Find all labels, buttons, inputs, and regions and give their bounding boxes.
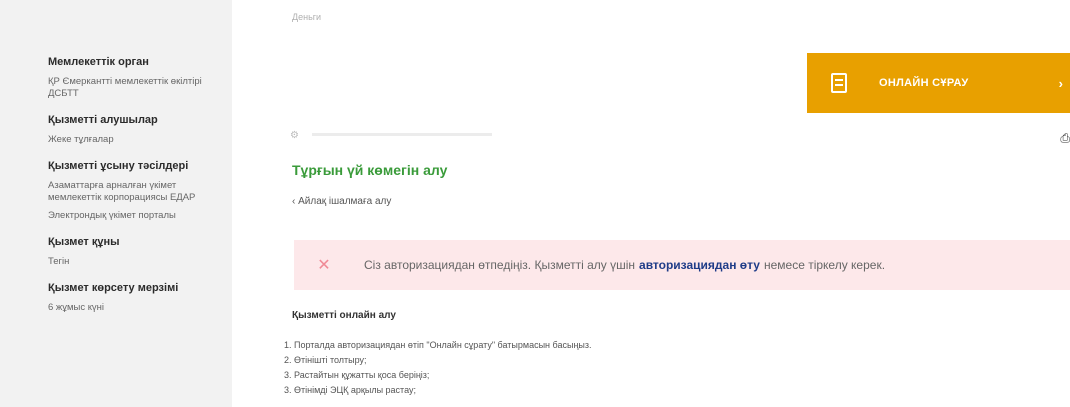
print-icon[interactable]: ⎙ bbox=[1060, 131, 1070, 146]
sidebar-section-term: Қызмет көрсету мерзімі 6 жұмыс күні bbox=[48, 282, 232, 314]
sidebar-section-title: Қызметті ұсыну тәсілдері bbox=[48, 160, 189, 172]
login-link[interactable]: авторизациядан өту bbox=[639, 258, 760, 272]
sidebar-section-text: ҚР Ємеркантті мемлекеттік өкілтірі ДСБТТ bbox=[48, 76, 202, 99]
sidebar-section-text: Электрондық үкімет порталы bbox=[48, 210, 176, 221]
list-item: 3. Өтінімді ЭЦҚ арқылы растау; bbox=[284, 385, 416, 395]
breadcrumb[interactable] bbox=[312, 133, 492, 136]
steps-list: 1. Порталда авторизациядан өтіп "Онлайн … bbox=[284, 338, 592, 398]
list-item: 3. Растайтын құжатты қоса беріңіз; bbox=[284, 370, 430, 380]
chevron-right-icon: › bbox=[1058, 75, 1063, 91]
document-icon bbox=[831, 73, 847, 93]
alert-tail-text: немесе тіркелу керек. bbox=[763, 258, 886, 272]
online-request-label: ОНЛАЙН СҰРАУ bbox=[879, 77, 969, 89]
sidebar-section-text: Тегін bbox=[48, 256, 70, 267]
online-request-button[interactable]: ОНЛАЙН СҰРАУ › bbox=[807, 53, 1070, 113]
alert-text: Сіз авторизациядан өтпедіңіз. Қызметті а… bbox=[364, 258, 636, 272]
sidebar-section-text: Жеке тұлғалар bbox=[48, 134, 114, 145]
sidebar-section-agency: Мемлекеттік орган ҚР Ємеркантті мемлекет… bbox=[48, 56, 232, 100]
steps-title: Қызметті онлайн алу bbox=[292, 310, 396, 321]
sidebar-section-title: Қызметті алушылар bbox=[48, 114, 158, 126]
top-breadcrumb[interactable]: Деньги bbox=[292, 12, 321, 22]
sidebar-section-recipients: Қызметті алушылар Жеке тұлғалар bbox=[48, 114, 232, 146]
auth-alert: ✕ Сіз авторизациядан өтпедіңіз. Қызметті… bbox=[294, 240, 1070, 290]
sidebar-section-title: Мемлекеттік орган bbox=[48, 56, 149, 68]
list-item: 2. Өтінішті толтыру; bbox=[284, 355, 367, 365]
main-content: Деньги ОНЛАЙН СҰРАУ › ⚙ ⎙ Тұрғын үй көме… bbox=[232, 0, 1070, 407]
sidebar-section-methods: Қызметті ұсыну тәсілдері Азаматтарға арн… bbox=[48, 160, 232, 222]
sidebar-section-text: Азаматтарға арналған үкімет мемлекеттік … bbox=[48, 180, 196, 203]
page-title: Тұрғын үй көмегін алу bbox=[292, 162, 448, 178]
warning-icon: ✕ bbox=[317, 257, 331, 274]
back-link[interactable]: ‹ Айлақ ішалмаға алу bbox=[292, 196, 391, 207]
home-icon[interactable]: ⚙ bbox=[290, 130, 299, 141]
sidebar-section-title: Қызмет құны bbox=[48, 236, 120, 248]
service-info-sidebar: Мемлекеттік орган ҚР Ємеркантті мемлекет… bbox=[0, 0, 232, 407]
sidebar-section-cost: Қызмет құны Тегін bbox=[48, 236, 232, 268]
sidebar-section-title: Қызмет көрсету мерзімі bbox=[48, 282, 179, 294]
list-item: 1. Порталда авторизациядан өтіп "Онлайн … bbox=[284, 340, 592, 350]
sidebar-section-text: 6 жұмыс күні bbox=[48, 302, 105, 313]
